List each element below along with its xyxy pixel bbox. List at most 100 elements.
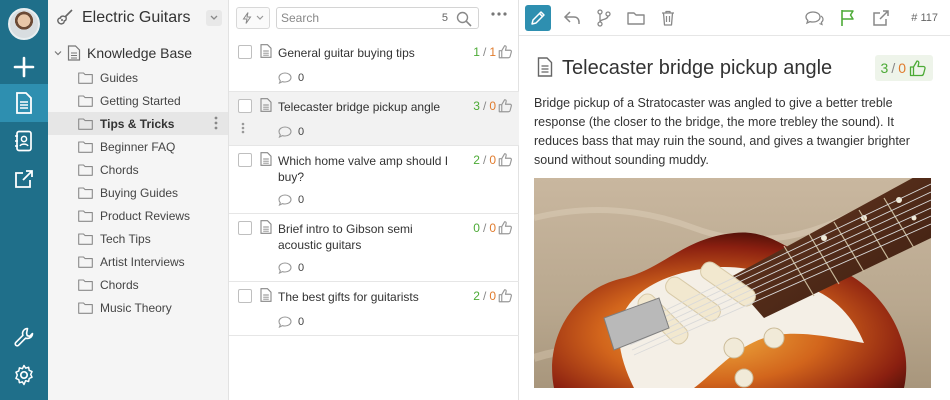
comments-icon[interactable] <box>801 5 827 31</box>
result-count: 5 <box>441 12 448 24</box>
external-link-icon[interactable] <box>0 160 48 198</box>
filter-button[interactable] <box>236 7 270 29</box>
comment-icon <box>278 316 292 328</box>
folder-icon <box>78 301 93 314</box>
item-votes[interactable]: 2/0 <box>473 288 513 303</box>
search-box[interactable]: 5 <box>276 7 479 29</box>
thumbs-up-icon[interactable] <box>909 59 927 77</box>
tree-root-knowledge-base[interactable]: Knowledge Base <box>48 42 228 64</box>
user-avatar[interactable] <box>8 8 40 40</box>
folder-item[interactable]: Tips & Tricks <box>48 112 228 135</box>
article-list-item[interactable]: General guitar buying tips 1/1 0 <box>229 38 519 92</box>
folder-item[interactable]: Music Theory <box>48 296 228 319</box>
votes-down-count: 1 <box>489 44 496 59</box>
thumbs-up-icon[interactable] <box>498 98 513 113</box>
folder-icon <box>78 140 93 153</box>
article-list-item[interactable]: Which home valve amp should I buy? 2/0 0 <box>229 146 519 214</box>
votes-down-count: 0 <box>898 60 906 76</box>
item-checkbox[interactable] <box>238 221 252 235</box>
folder-icon[interactable] <box>623 5 649 31</box>
workspace-title: Electric Guitars <box>82 9 191 26</box>
item-checkbox[interactable] <box>238 153 252 167</box>
votes-down-count: 0 <box>489 220 496 235</box>
folder-label: Beginner FAQ <box>100 139 176 154</box>
item-checkbox[interactable] <box>238 45 252 59</box>
folder-label: Guides <box>100 70 139 85</box>
folder-list: Guides Getting Started Tips & Tricks Beginn… <box>48 66 228 319</box>
item-comments[interactable]: 0 <box>278 262 304 274</box>
guitar-photo <box>534 178 931 388</box>
article-list-item[interactable]: Brief intro to Gibson semi acoustic guit… <box>229 214 519 282</box>
document-icon <box>260 152 272 166</box>
article-list-item[interactable]: Telecaster bridge pickup angle 3/0 0 <box>229 92 519 146</box>
item-comments[interactable]: 0 <box>278 194 304 206</box>
contacts-icon[interactable] <box>0 122 48 160</box>
item-comments[interactable]: 0 <box>278 316 304 328</box>
item-votes[interactable]: 2/0 <box>473 152 513 167</box>
edit-button[interactable] <box>525 5 551 31</box>
folder-label: Chords <box>100 162 139 177</box>
item-checkbox[interactable] <box>238 289 252 303</box>
chevron-down-icon <box>256 15 264 20</box>
folder-item[interactable]: Buying Guides <box>48 181 228 204</box>
folder-item[interactable]: Tech Tips <box>48 227 228 250</box>
search-icon[interactable] <box>456 11 472 27</box>
folder-item[interactable]: Chords <box>48 273 228 296</box>
folder-item[interactable]: Product Reviews <box>48 204 228 227</box>
item-comments[interactable]: 0 <box>278 72 304 84</box>
more-options-icon[interactable] <box>491 12 507 16</box>
votes-down-count: 0 <box>489 152 496 167</box>
folder-item[interactable]: Chords <box>48 158 228 181</box>
article-title: Telecaster bridge pickup angle <box>562 57 833 79</box>
search-input[interactable] <box>281 10 431 26</box>
folder-icon <box>78 186 93 199</box>
folder-icon <box>78 163 93 176</box>
trash-icon[interactable] <box>655 5 681 31</box>
folder-label: Tips & Tricks <box>100 116 175 131</box>
article-list-panel: 5 General guitar buying tips 1/1 0 Telecast… <box>229 0 519 400</box>
document-icon <box>537 57 553 77</box>
item-votes[interactable]: 1/1 <box>473 44 513 59</box>
article-list: General guitar buying tips 1/1 0 Telecaster… <box>229 38 519 336</box>
reply-icon[interactable] <box>559 5 585 31</box>
votes-up-count: 0 <box>473 220 480 235</box>
chevron-down-icon[interactable] <box>206 10 222 26</box>
folder-item[interactable]: Guides <box>48 66 228 89</box>
add-icon[interactable] <box>0 48 48 86</box>
more-vertical-icon[interactable] <box>214 116 218 130</box>
votes-up-count: 3 <box>473 98 480 113</box>
wrench-icon[interactable] <box>0 318 48 356</box>
workspace-header[interactable]: Electric Guitars <box>48 0 228 36</box>
folder-icon <box>78 71 93 84</box>
documents-icon[interactable] <box>0 84 48 122</box>
item-votes[interactable]: 0/0 <box>473 220 513 235</box>
flag-icon[interactable] <box>835 5 861 31</box>
thumbs-up-icon[interactable] <box>498 220 513 235</box>
chevron-down-icon[interactable] <box>54 49 62 57</box>
article-body: Bridge pickup of a Stratocaster was angl… <box>534 96 910 167</box>
branch-icon[interactable] <box>591 5 617 31</box>
pencil-icon <box>531 11 545 25</box>
open-external-icon[interactable] <box>868 5 894 31</box>
thumbs-up-icon[interactable] <box>498 152 513 167</box>
document-icon <box>260 288 272 302</box>
folder-label: Product Reviews <box>100 208 191 223</box>
article-votes[interactable]: 3 / 0 <box>874 55 933 81</box>
folder-item[interactable]: Artist Interviews <box>48 250 228 273</box>
folder-item[interactable]: Beginner FAQ <box>48 135 228 158</box>
folder-item[interactable]: Getting Started <box>48 89 228 112</box>
thumbs-up-icon[interactable] <box>498 44 513 59</box>
comment-icon <box>278 194 292 206</box>
item-comments[interactable]: 0 <box>278 126 304 138</box>
folder-icon <box>78 209 93 222</box>
item-votes[interactable]: 3/0 <box>473 98 513 113</box>
folder-label: Tech Tips <box>100 231 151 246</box>
folder-icon <box>78 255 93 268</box>
folder-label: Music Theory <box>100 300 172 315</box>
article-list-item[interactable]: The best gifts for guitarists 2/0 0 <box>229 282 519 336</box>
drag-handle-icon[interactable] <box>241 122 245 134</box>
item-checkbox[interactable] <box>238 99 252 113</box>
thumbs-up-icon[interactable] <box>498 288 513 303</box>
gear-icon[interactable] <box>0 356 48 394</box>
item-title: General guitar buying tips <box>278 46 415 60</box>
